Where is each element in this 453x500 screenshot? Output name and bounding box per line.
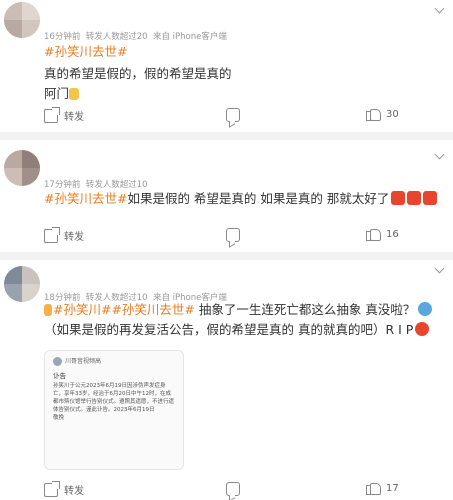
chevron-down-icon[interactable] — [435, 264, 447, 276]
divider — [0, 132, 453, 140]
post-meta: 16分钟前 转发人数超过20 来自 iPhone客户端 — [44, 32, 227, 42]
share-icon — [44, 480, 60, 497]
comment-button[interactable] — [226, 482, 240, 496]
praying-emoji — [69, 88, 80, 100]
red-emoji — [423, 191, 438, 205]
red-emoji — [391, 191, 406, 205]
share-button[interactable]: 转发 — [44, 106, 84, 123]
post-text-line: 阿门 — [44, 84, 443, 104]
post-text: 抽象了一生连死亡都这么抽象 真没啦？ — [194, 302, 416, 317]
like-button[interactable]: 30 — [366, 108, 399, 121]
avatar[interactable] — [4, 266, 40, 302]
like-icon — [366, 482, 381, 495]
avatar[interactable] — [4, 2, 40, 38]
candle-emoji — [415, 322, 430, 336]
like-icon — [366, 108, 381, 121]
chevron-down-icon[interactable] — [435, 4, 447, 16]
red-emoji — [407, 191, 422, 205]
topic-tag[interactable]: #孙笑川去世# — [44, 42, 443, 62]
action-bar: 转发 30 — [0, 104, 453, 128]
post-text: 如果是假的 希望是真的 如果是真的 那就太好了 — [127, 191, 390, 206]
share-icon — [44, 106, 60, 123]
comment-button[interactable] — [226, 228, 240, 242]
topic-tag[interactable]: #孙笑川# — [53, 302, 111, 317]
attached-image[interactable]: 川哥音视频高 讣告 孙笑川于公元2023年6月19日因涉伪声发症身亡，享年33岁… — [44, 350, 184, 470]
notice-body: 孙笑川于公元2023年6月19日因涉伪声发症身亡，享年33岁，经治于6月20日中… — [53, 383, 175, 413]
post-2: 17分钟前 转发人数超过10 #孙笑川去世#如果是假的 希望是真的 如果是真的 … — [0, 140, 453, 252]
comment-icon — [226, 228, 240, 242]
share-button[interactable]: 转发 — [44, 226, 84, 243]
post-3: 18分钟前 转发人数超过10 来自 iPhone客户端 #孙笑川##孙笑川去世#… — [0, 260, 453, 500]
avatar[interactable] — [4, 150, 40, 186]
topic-tag[interactable]: #孙笑川去世# — [111, 302, 194, 317]
candle-emoji — [44, 304, 52, 316]
notice-header: 川哥音视频高 — [53, 357, 175, 366]
comment-icon — [226, 108, 240, 122]
topic-tag[interactable]: #孙笑川去世# — [44, 191, 127, 206]
chevron-down-icon[interactable] — [435, 150, 447, 162]
comment-icon — [226, 482, 240, 496]
action-bar: 转发 16 — [0, 224, 453, 248]
post-text: （如果是假的再发复活公告，假的希望是真的 真的就真的吧）R I P — [44, 322, 414, 337]
like-button[interactable]: 17 — [366, 482, 399, 495]
blue-emoji — [418, 302, 433, 316]
share-button[interactable]: 转发 — [44, 480, 84, 497]
notice-title: 讣告 — [53, 372, 66, 380]
divider — [0, 252, 453, 260]
post-1: 16分钟前 转发人数超过20 来自 iPhone客户端 #孙笑川去世# 真的希望… — [0, 0, 453, 132]
like-icon — [366, 228, 381, 241]
action-bar: 转发 17 — [0, 478, 453, 500]
like-button[interactable]: 16 — [366, 228, 399, 241]
account-icon — [53, 357, 62, 366]
post-text-line: 真的希望是假的，假的希望是真的 — [44, 66, 232, 81]
comment-button[interactable] — [226, 108, 240, 122]
share-icon — [44, 226, 60, 243]
notice-sign: 敬挽 — [53, 415, 65, 421]
